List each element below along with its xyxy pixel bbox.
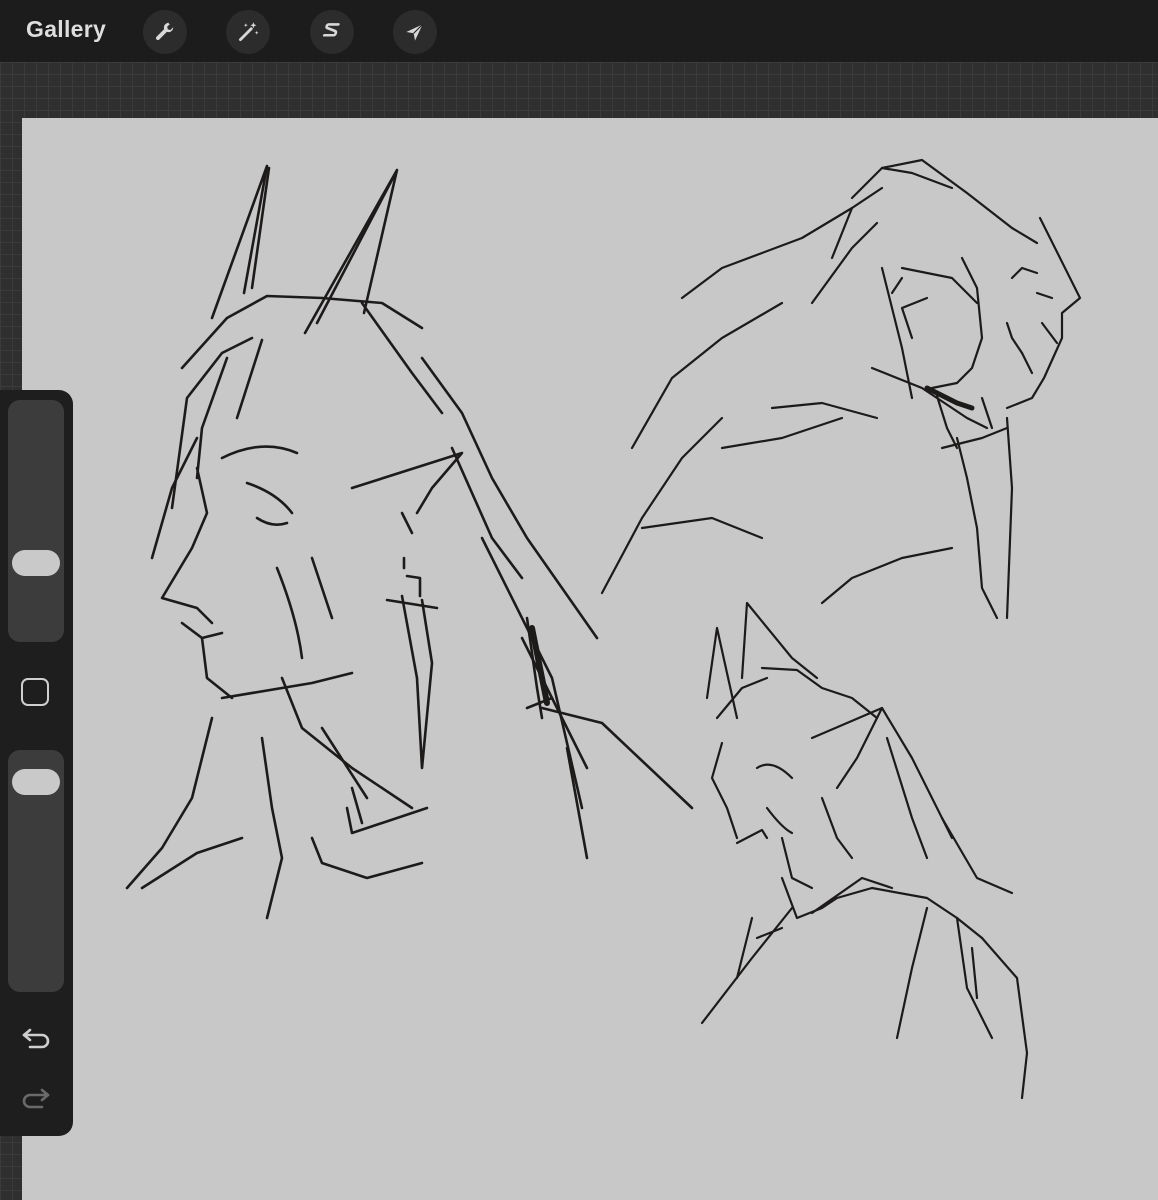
wrench-icon xyxy=(155,22,174,41)
sketch-artwork xyxy=(125,158,1082,1100)
brush-size-slider[interactable] xyxy=(8,400,64,642)
redo-arrow-icon xyxy=(22,1088,50,1109)
profile-elf-sketch xyxy=(600,158,1082,620)
modify-button[interactable] xyxy=(21,678,49,706)
actions-button[interactable] xyxy=(143,10,187,54)
drawing-canvas[interactable] xyxy=(22,118,1158,1200)
top-toolbar: Gallery xyxy=(0,0,1158,62)
arrow-cursor-icon xyxy=(406,24,423,41)
transform-button[interactable] xyxy=(393,10,437,54)
undo-arrow-icon xyxy=(22,1028,50,1049)
large-elf-portrait-sketch xyxy=(125,164,694,920)
small-elf-bust-sketch xyxy=(700,601,1029,1100)
selection-s-icon xyxy=(322,23,340,37)
brush-opacity-slider[interactable] xyxy=(8,750,64,992)
selection-button[interactable] xyxy=(310,10,354,54)
adjustments-button[interactable] xyxy=(226,10,270,54)
redo-button[interactable] xyxy=(18,1082,54,1114)
undo-button[interactable] xyxy=(18,1022,54,1054)
magic-wand-icon xyxy=(239,22,259,41)
gallery-button[interactable]: Gallery xyxy=(26,16,106,43)
brush-size-slider-handle[interactable] xyxy=(12,550,60,577)
brush-sidebar xyxy=(0,390,73,1136)
brush-opacity-slider-handle[interactable] xyxy=(12,768,60,795)
